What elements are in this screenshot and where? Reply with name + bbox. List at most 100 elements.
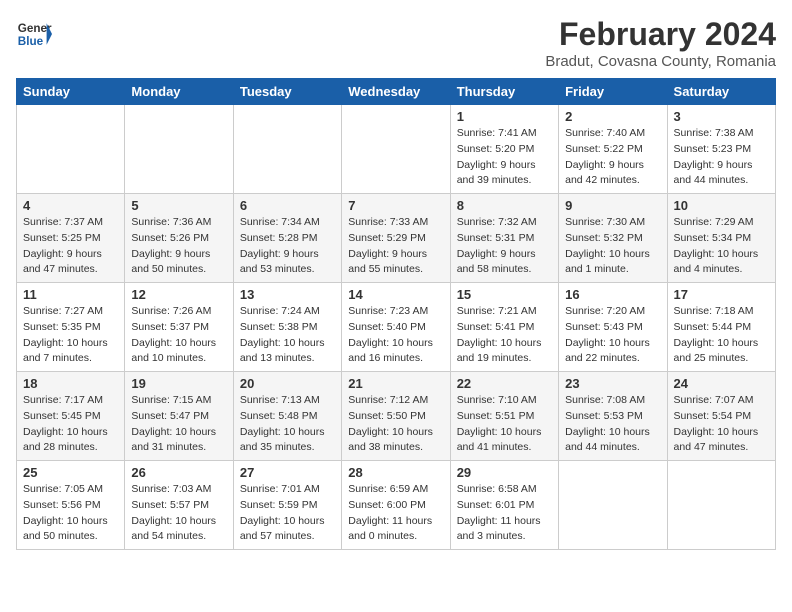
day-info: Sunrise: 7:17 AMSunset: 5:45 PMDaylight:…	[23, 393, 118, 456]
day-number: 17	[674, 287, 769, 302]
calendar-cell: 27 Sunrise: 7:01 AMSunset: 5:59 PMDayligh…	[233, 461, 341, 550]
calendar-cell: 1 Sunrise: 7:41 AMSunset: 5:20 PMDaylight…	[450, 105, 558, 194]
day-number: 5	[131, 198, 226, 213]
day-number: 6	[240, 198, 335, 213]
day-number: 15	[457, 287, 552, 302]
day-info: Sunrise: 7:37 AMSunset: 5:25 PMDaylight:…	[23, 215, 118, 278]
calendar-cell: 26 Sunrise: 7:03 AMSunset: 5:57 PMDayligh…	[125, 461, 233, 550]
calendar-cell: 8 Sunrise: 7:32 AMSunset: 5:31 PMDaylight…	[450, 194, 558, 283]
calendar-cell	[667, 461, 775, 550]
calendar-cell: 24 Sunrise: 7:07 AMSunset: 5:54 PMDayligh…	[667, 372, 775, 461]
day-info: Sunrise: 7:27 AMSunset: 5:35 PMDaylight:…	[23, 304, 118, 367]
calendar-cell: 23 Sunrise: 7:08 AMSunset: 5:53 PMDayligh…	[559, 372, 667, 461]
calendar-cell: 18 Sunrise: 7:17 AMSunset: 5:45 PMDayligh…	[17, 372, 125, 461]
day-number: 21	[348, 376, 443, 391]
day-info: Sunrise: 7:23 AMSunset: 5:40 PMDaylight:…	[348, 304, 443, 367]
col-wednesday: Wednesday	[342, 79, 450, 105]
week-row-3: 11 Sunrise: 7:27 AMSunset: 5:35 PMDayligh…	[17, 283, 776, 372]
day-number: 3	[674, 109, 769, 124]
day-number: 20	[240, 376, 335, 391]
calendar-cell: 16 Sunrise: 7:20 AMSunset: 5:43 PMDayligh…	[559, 283, 667, 372]
calendar-cell: 21 Sunrise: 7:12 AMSunset: 5:50 PMDayligh…	[342, 372, 450, 461]
calendar-cell	[125, 105, 233, 194]
calendar-cell: 19 Sunrise: 7:15 AMSunset: 5:47 PMDayligh…	[125, 372, 233, 461]
day-info: Sunrise: 7:20 AMSunset: 5:43 PMDaylight:…	[565, 304, 660, 367]
day-info: Sunrise: 7:26 AMSunset: 5:37 PMDaylight:…	[131, 304, 226, 367]
day-number: 19	[131, 376, 226, 391]
day-number: 12	[131, 287, 226, 302]
calendar-cell	[342, 105, 450, 194]
calendar-subtitle: Bradut, Covasna County, Romania	[545, 53, 776, 70]
calendar-cell	[17, 105, 125, 194]
day-info: Sunrise: 7:40 AMSunset: 5:22 PMDaylight:…	[565, 126, 660, 189]
day-number: 26	[131, 465, 226, 480]
day-info: Sunrise: 7:30 AMSunset: 5:32 PMDaylight:…	[565, 215, 660, 278]
day-info: Sunrise: 7:21 AMSunset: 5:41 PMDaylight:…	[457, 304, 552, 367]
day-info: Sunrise: 7:15 AMSunset: 5:47 PMDaylight:…	[131, 393, 226, 456]
day-number: 24	[674, 376, 769, 391]
day-info: Sunrise: 7:10 AMSunset: 5:51 PMDaylight:…	[457, 393, 552, 456]
day-info: Sunrise: 7:41 AMSunset: 5:20 PMDaylight:…	[457, 126, 552, 189]
day-number: 27	[240, 465, 335, 480]
day-number: 25	[23, 465, 118, 480]
week-row-2: 4 Sunrise: 7:37 AMSunset: 5:25 PMDaylight…	[17, 194, 776, 283]
day-number: 11	[23, 287, 118, 302]
calendar-cell: 25 Sunrise: 7:05 AMSunset: 5:56 PMDayligh…	[17, 461, 125, 550]
day-info: Sunrise: 7:05 AMSunset: 5:56 PMDaylight:…	[23, 482, 118, 545]
day-info: Sunrise: 7:07 AMSunset: 5:54 PMDaylight:…	[674, 393, 769, 456]
logo: General Blue	[16, 16, 52, 52]
logo-icon: General Blue	[16, 16, 52, 52]
day-info: Sunrise: 7:08 AMSunset: 5:53 PMDaylight:…	[565, 393, 660, 456]
calendar-cell: 4 Sunrise: 7:37 AMSunset: 5:25 PMDaylight…	[17, 194, 125, 283]
day-info: Sunrise: 6:59 AMSunset: 6:00 PMDaylight:…	[348, 482, 443, 545]
day-info: Sunrise: 7:12 AMSunset: 5:50 PMDaylight:…	[348, 393, 443, 456]
day-number: 14	[348, 287, 443, 302]
calendar-cell: 29Sunrise: 6:58 AMSunset: 6:01 PMDayligh…	[450, 461, 558, 550]
day-info: Sunrise: 7:18 AMSunset: 5:44 PMDaylight:…	[674, 304, 769, 367]
day-number: 4	[23, 198, 118, 213]
day-info: Sunrise: 7:36 AMSunset: 5:26 PMDaylight:…	[131, 215, 226, 278]
calendar-cell: 28 Sunrise: 6:59 AMSunset: 6:00 PMDayligh…	[342, 461, 450, 550]
day-info: Sunrise: 7:29 AMSunset: 5:34 PMDaylight:…	[674, 215, 769, 278]
day-number: 10	[674, 198, 769, 213]
calendar-cell: 7Sunrise: 7:33 AMSunset: 5:29 PMDaylight…	[342, 194, 450, 283]
day-info: Sunrise: 6:58 AMSunset: 6:01 PMDaylight:…	[457, 482, 552, 545]
calendar-cell: 12 Sunrise: 7:26 AMSunset: 5:37 PMDayligh…	[125, 283, 233, 372]
day-number: 22	[457, 376, 552, 391]
day-info: Sunrise: 7:01 AMSunset: 5:59 PMDaylight:…	[240, 482, 335, 545]
day-number: 18	[23, 376, 118, 391]
day-info: Sunrise: 7:03 AMSunset: 5:57 PMDaylight:…	[131, 482, 226, 545]
calendar-cell: 6Sunrise: 7:34 AMSunset: 5:28 PMDaylight…	[233, 194, 341, 283]
calendar-cell: 17 Sunrise: 7:18 AMSunset: 5:44 PMDayligh…	[667, 283, 775, 372]
calendar-cell: 3 Sunrise: 7:38 AMSunset: 5:23 PMDaylight…	[667, 105, 775, 194]
col-thursday: Thursday	[450, 79, 558, 105]
calendar-table: Sunday Monday Tuesday Wednesday Thursday…	[16, 78, 776, 550]
col-monday: Monday	[125, 79, 233, 105]
calendar-cell: 9Sunrise: 7:30 AMSunset: 5:32 PMDaylight…	[559, 194, 667, 283]
calendar-cell: 20 Sunrise: 7:13 AMSunset: 5:48 PMDayligh…	[233, 372, 341, 461]
calendar-cell: 22 Sunrise: 7:10 AMSunset: 5:51 PMDayligh…	[450, 372, 558, 461]
day-info: Sunrise: 7:38 AMSunset: 5:23 PMDaylight:…	[674, 126, 769, 189]
day-number: 8	[457, 198, 552, 213]
day-number: 2	[565, 109, 660, 124]
day-number: 1	[457, 109, 552, 124]
calendar-cell: 10 Sunrise: 7:29 AMSunset: 5:34 PMDayligh…	[667, 194, 775, 283]
day-number: 13	[240, 287, 335, 302]
day-info: Sunrise: 7:32 AMSunset: 5:31 PMDaylight:…	[457, 215, 552, 278]
calendar-cell: 11 Sunrise: 7:27 AMSunset: 5:35 PMDayligh…	[17, 283, 125, 372]
day-info: Sunrise: 7:13 AMSunset: 5:48 PMDaylight:…	[240, 393, 335, 456]
calendar-cell	[233, 105, 341, 194]
col-saturday: Saturday	[667, 79, 775, 105]
col-sunday: Sunday	[17, 79, 125, 105]
calendar-cell: 15 Sunrise: 7:21 AMSunset: 5:41 PMDayligh…	[450, 283, 558, 372]
day-number: 16	[565, 287, 660, 302]
week-row-1: 1 Sunrise: 7:41 AMSunset: 5:20 PMDaylight…	[17, 105, 776, 194]
day-number: 28	[348, 465, 443, 480]
week-row-5: 25 Sunrise: 7:05 AMSunset: 5:56 PMDayligh…	[17, 461, 776, 550]
calendar-cell: 14 Sunrise: 7:23 AMSunset: 5:40 PMDayligh…	[342, 283, 450, 372]
calendar-cell: 5 Sunrise: 7:36 AMSunset: 5:26 PMDaylight…	[125, 194, 233, 283]
day-number: 23	[565, 376, 660, 391]
calendar-title: February 2024	[545, 16, 776, 53]
day-info: Sunrise: 7:24 AMSunset: 5:38 PMDaylight:…	[240, 304, 335, 367]
col-friday: Friday	[559, 79, 667, 105]
